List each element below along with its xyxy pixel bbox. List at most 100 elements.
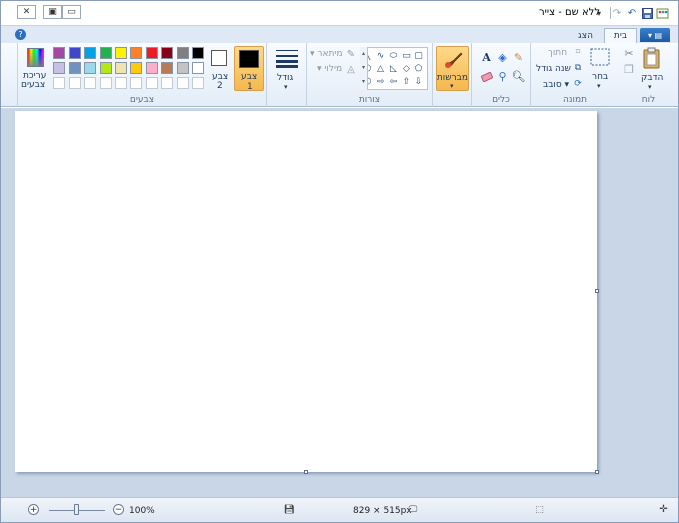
- custom-color-slot[interactable]: [130, 77, 143, 89]
- palette-color-swatch[interactable]: [145, 62, 158, 74]
- palette-color-swatch[interactable]: [130, 62, 143, 74]
- cut-icon[interactable]: ✂: [623, 47, 635, 60]
- shapes-gallery[interactable]: ╲ ∿ ⬭ ▭ ▢ ⬠ △ ◺ ◇ ⬠ ⬡ ⇨ ⇦ ⇧ ⇩: [360, 47, 428, 90]
- paint-app-icon[interactable]: [656, 6, 670, 20]
- resize-handle-bottom[interactable]: [304, 470, 308, 474]
- file-menu-button[interactable]: ▾ ▤: [640, 28, 670, 42]
- shape-pentagon-icon[interactable]: ⬠: [413, 63, 424, 74]
- tab-home[interactable]: בית: [604, 28, 637, 43]
- drawing-canvas[interactable]: [15, 111, 597, 472]
- zoom-out-button[interactable]: −: [113, 504, 124, 515]
- palette-color-swatch[interactable]: [161, 47, 174, 59]
- tab-view[interactable]: הצג: [569, 28, 602, 43]
- resize-icon[interactable]: ⧉: [573, 63, 583, 73]
- group-size: גודל ▾: [266, 43, 306, 107]
- shape-arrow-down-icon[interactable]: ⇩: [413, 76, 424, 87]
- palette-color-swatch[interactable]: [84, 47, 97, 59]
- customize-quick-access-icon[interactable]: ▾: [592, 6, 606, 20]
- eraser-tool-icon[interactable]: [480, 70, 493, 83]
- group-label-shapes: צורות: [358, 95, 381, 105]
- palette-color-swatch[interactable]: [161, 62, 174, 74]
- copy-icon[interactable]: ❐: [623, 63, 635, 76]
- shape-oval-icon[interactable]: ⬭: [388, 50, 399, 61]
- title-bar: ✕ ▣ ▭ ללא שם - צייר ↶ ↷ ▾: [1, 1, 678, 26]
- zoom-slider-thumb[interactable]: [74, 504, 79, 515]
- brushes-button[interactable]: מברשות ▾: [436, 46, 469, 91]
- outline-icon[interactable]: ✎: [345, 48, 357, 60]
- color1-button[interactable]: צבע 1: [234, 46, 264, 92]
- edit-colors-button[interactable]: עריכת צבעים: [20, 46, 52, 91]
- fill-tool-icon[interactable]: ◈: [496, 51, 509, 64]
- close-button[interactable]: ✕: [17, 5, 36, 19]
- palette-color-swatch[interactable]: [176, 47, 189, 59]
- palette-color-swatch[interactable]: [192, 47, 204, 59]
- outline-label[interactable]: מיתאר ▾: [310, 49, 343, 59]
- select-dropdown-arrow[interactable]: ▾: [597, 82, 601, 90]
- shape-arrow-right-icon[interactable]: ⇨: [375, 76, 386, 87]
- custom-color-slot[interactable]: [145, 77, 158, 89]
- magnifier-icon[interactable]: 🔍︎: [512, 70, 526, 83]
- custom-color-slot[interactable]: [53, 77, 66, 89]
- paste-icon[interactable]: [641, 46, 663, 70]
- shape-rounded-rectangle-icon[interactable]: ▢: [413, 50, 424, 61]
- resize-label[interactable]: שנה גודל: [536, 64, 571, 74]
- custom-color-slot[interactable]: [115, 77, 127, 89]
- palette-color-swatch[interactable]: [53, 47, 66, 59]
- shape-arrow-up-icon[interactable]: ⇧: [401, 76, 412, 87]
- custom-color-slot[interactable]: [68, 77, 81, 89]
- minimize-button[interactable]: ▭: [62, 5, 81, 19]
- crop-label[interactable]: חתוך: [548, 48, 567, 58]
- shape-curve-icon[interactable]: ∿: [375, 50, 386, 61]
- redo-icon[interactable]: ↷: [610, 6, 624, 20]
- palette-color-swatch[interactable]: [192, 62, 204, 74]
- select-label[interactable]: בחר: [592, 72, 608, 82]
- edit-colors-label-line2: צבעים: [21, 80, 46, 90]
- color-picker-icon[interactable]: ⚲: [496, 70, 509, 83]
- shapes-gallery-scroll[interactable]: ▴ ▾ ▾: [360, 47, 368, 90]
- text-tool-icon[interactable]: A: [480, 51, 493, 64]
- shape-right-triangle-icon[interactable]: ◺: [388, 63, 399, 74]
- undo-icon[interactable]: ↶: [625, 6, 639, 20]
- shape-rectangle-icon[interactable]: ▭: [401, 50, 412, 61]
- size-dropdown-arrow[interactable]: ▾: [284, 83, 288, 91]
- paste-label[interactable]: הדבק: [641, 73, 663, 83]
- canvas-area: [1, 108, 678, 497]
- palette-color-swatch[interactable]: [99, 62, 112, 74]
- palette-color-swatch[interactable]: [176, 62, 189, 74]
- rotate-label[interactable]: ▾ סובב: [543, 80, 569, 90]
- help-icon[interactable]: ?: [15, 29, 26, 40]
- palette-color-swatch[interactable]: [145, 47, 158, 59]
- pencil-tool-icon[interactable]: ✎: [512, 51, 525, 64]
- resize-handle-right[interactable]: [595, 289, 599, 293]
- palette-color-swatch[interactable]: [84, 62, 97, 74]
- group-clipboard: הדבק ▾ ✂ ❐ לוח: [619, 43, 678, 107]
- shape-diamond-icon[interactable]: ◇: [401, 63, 412, 74]
- palette-color-swatch[interactable]: [115, 47, 127, 59]
- custom-color-slot[interactable]: [176, 77, 189, 89]
- crop-icon[interactable]: ⌗: [573, 47, 583, 57]
- palette-color-swatch[interactable]: [53, 62, 66, 74]
- palette-color-swatch[interactable]: [68, 62, 81, 74]
- palette-color-swatch[interactable]: [115, 62, 127, 74]
- custom-color-slot[interactable]: [192, 77, 204, 89]
- palette-color-swatch[interactable]: [99, 47, 112, 59]
- custom-color-slot[interactable]: [84, 77, 97, 89]
- color2-button[interactable]: צבע 2: [208, 48, 232, 91]
- custom-color-slot[interactable]: [161, 77, 174, 89]
- select-icon[interactable]: [589, 47, 611, 67]
- fill-label[interactable]: מילוי ▾: [317, 64, 342, 74]
- shape-arrow-left-icon[interactable]: ⇦: [388, 76, 399, 87]
- resize-handle-corner[interactable]: [595, 470, 599, 474]
- shape-triangle-icon[interactable]: △: [375, 63, 386, 74]
- paste-dropdown-arrow[interactable]: ▾: [648, 83, 652, 91]
- zoom-in-button[interactable]: +: [28, 504, 39, 515]
- save-icon[interactable]: [640, 6, 654, 20]
- maximize-button[interactable]: ▣: [43, 5, 62, 19]
- size-lines-icon[interactable]: [274, 47, 300, 69]
- fill-icon[interactable]: ◬: [345, 63, 357, 75]
- rotate-icon[interactable]: ⟳: [573, 79, 583, 89]
- palette-color-swatch[interactable]: [130, 47, 143, 59]
- custom-color-slot[interactable]: [99, 77, 112, 89]
- palette-color-swatch[interactable]: [68, 47, 81, 59]
- size-label[interactable]: גודל: [277, 73, 293, 83]
